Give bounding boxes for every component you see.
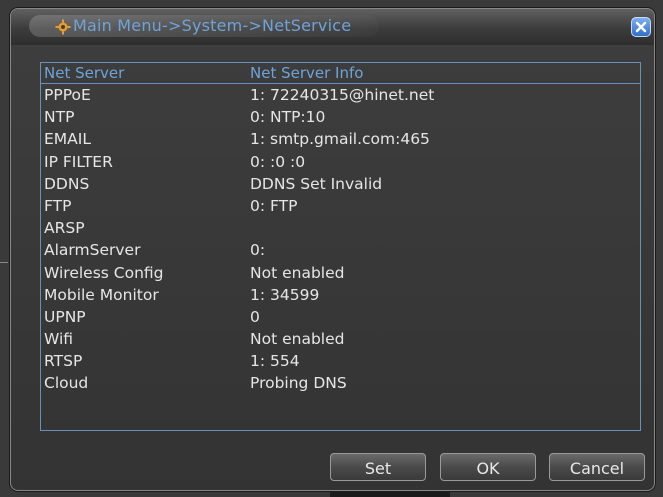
list-row[interactable]: ARSP	[41, 218, 640, 240]
gear-icon	[55, 19, 71, 35]
net-server-info: 1: 34599	[250, 285, 320, 304]
list-row[interactable]: Cloud Probing DNS	[41, 373, 640, 395]
netservice-dialog: Main Menu->System->NetService Net Server…	[10, 8, 655, 491]
list-row[interactable]: Wifi Not enabled	[41, 329, 640, 351]
net-server-name: Mobile Monitor	[44, 285, 159, 304]
list-row[interactable]: RTSP 1: 554	[41, 351, 640, 373]
list-rows: PPPoE 1: 72240315@hinet.net NTP 0: NTP:10 EM…	[41, 85, 640, 396]
list-row[interactable]: PPPoE 1: 72240315@hinet.net	[41, 85, 640, 107]
net-server-info: 0	[250, 307, 260, 326]
net-server-name: NTP	[44, 108, 75, 127]
background-strip	[330, 490, 450, 497]
net-service-list[interactable]: Net Server Net Server Info PPPoE 1: 72240…	[40, 62, 641, 431]
net-server-name: ARSP	[44, 219, 85, 238]
column-header-net-server: Net Server	[44, 64, 125, 82]
net-server-name: RTSP	[44, 352, 83, 371]
background-line	[0, 262, 8, 263]
list-row[interactable]: FTP 0: FTP	[41, 196, 640, 218]
net-server-info: 1: 72240315@hinet.net	[250, 86, 435, 104]
net-server-name: Cloud	[44, 374, 89, 393]
net-server-name: IP FILTER	[44, 152, 113, 171]
net-server-name: AlarmServer	[44, 241, 141, 260]
net-server-name: DDNS	[44, 174, 90, 193]
net-server-info: Not enabled	[250, 263, 345, 282]
net-server-info: Probing DNS	[250, 374, 347, 393]
net-server-name: FTP	[44, 196, 72, 215]
list-row[interactable]: UPNP 0	[41, 307, 640, 329]
set-button[interactable]: Set	[330, 453, 426, 481]
net-server-info: 0: :0 :0	[250, 152, 306, 171]
list-row[interactable]: NTP 0: NTP:10	[41, 107, 640, 129]
list-row[interactable]: AlarmServer 0:	[41, 240, 640, 262]
net-server-info: 0:	[250, 241, 266, 260]
list-header: Net Server Net Server Info	[41, 63, 640, 84]
net-server-info: DDNS Set Invalid	[250, 174, 383, 193]
net-server-name: PPPoE	[44, 86, 91, 104]
net-server-name: Wireless Config	[44, 263, 164, 282]
list-row[interactable]: Wireless Config Not enabled	[41, 263, 640, 285]
net-server-info: 0: FTP	[250, 196, 298, 215]
close-button[interactable]	[631, 17, 651, 37]
list-row[interactable]: Mobile Monitor 1: 34599	[41, 285, 640, 307]
net-server-name: Wifi	[44, 330, 74, 349]
list-row[interactable]: DDNS DDNS Set Invalid	[41, 174, 640, 196]
net-server-info: 1: 554	[250, 352, 300, 371]
net-server-info: 1: smtp.gmail.com:465	[250, 130, 430, 149]
net-server-info: 0: NTP:10	[250, 108, 326, 127]
ok-button[interactable]: OK	[440, 453, 536, 481]
net-server-name: EMAIL	[44, 130, 91, 149]
net-server-info: Not enabled	[250, 330, 345, 349]
dialog-title: Main Menu->System->NetService	[73, 16, 352, 35]
net-server-name: UPNP	[44, 307, 86, 326]
title-bar[interactable]: Main Menu->System->NetService	[11, 9, 654, 45]
cancel-button[interactable]: Cancel	[549, 453, 645, 481]
column-header-net-server-info: Net Server Info	[250, 64, 364, 82]
list-row[interactable]: IP FILTER 0: :0 :0	[41, 152, 640, 174]
list-row[interactable]: EMAIL 1: smtp.gmail.com:465	[41, 129, 640, 151]
